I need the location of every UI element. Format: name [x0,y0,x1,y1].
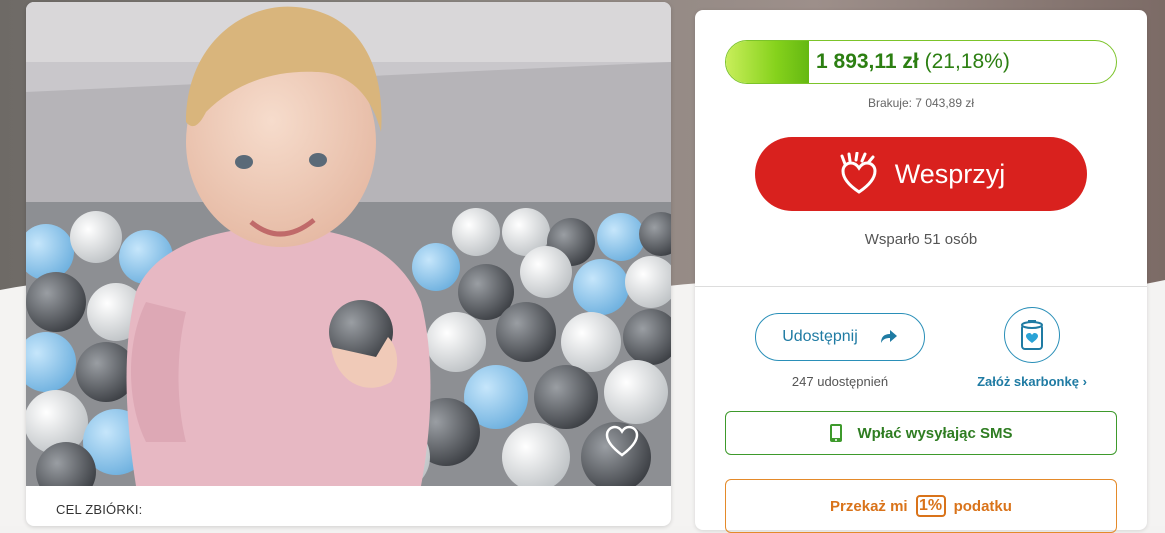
tax-prefix: Przekaż mi [830,497,908,515]
share-button[interactable]: Udostępnij [755,313,925,361]
share-arrow-icon [880,330,897,343]
sms-button-label: Wpłać wysyłając SMS [857,424,1013,442]
create-piggybank-link[interactable]: Załóż skarbonkę › [957,374,1107,389]
supporters-count: Wsparło 51 osób [864,231,978,248]
support-button-label: Wesprzyj [894,158,1006,189]
piggybank-button[interactable] [1004,307,1060,363]
campaign-photo-card: CEL ZBIÓRKI: [26,2,671,526]
missing-amount: Brakuje: 7 043,89 zł [867,96,975,110]
tax-percent-button[interactable]: Przekaż mi 1% podatku [725,479,1117,533]
phone-icon [830,424,843,442]
tax-suffix: podatku [953,497,1012,515]
sms-donate-button[interactable]: Wpłać wysyłając SMS [725,411,1117,455]
heart-hand-icon [840,152,877,194]
campaign-goal-label: CEL ZBIÓRKI: [56,502,143,517]
raised-amount: 1 893,11 zł [816,50,919,73]
funding-progress-text: 1 893,11 zł (21,18%) [816,41,1010,83]
campaign-photo [26,2,671,486]
share-button-label: Udostępnij [782,328,858,345]
funding-progress-bar: 1 893,11 zł (21,18%) [725,40,1117,84]
donation-panel: 1 893,11 zł (21,18%) Brakuje: 7 043,89 z… [695,10,1147,533]
raised-percent: (21,18%) [924,50,1010,73]
panel-divider [695,286,1147,287]
support-button[interactable]: Wesprzyj [755,137,1087,211]
one-percent-badge: 1% [915,495,946,517]
share-count: 247 udostępnień [791,374,889,389]
piggybank-icon [1021,320,1043,350]
funding-progress-fill [726,41,809,83]
favorite-heart-icon[interactable] [604,424,640,460]
